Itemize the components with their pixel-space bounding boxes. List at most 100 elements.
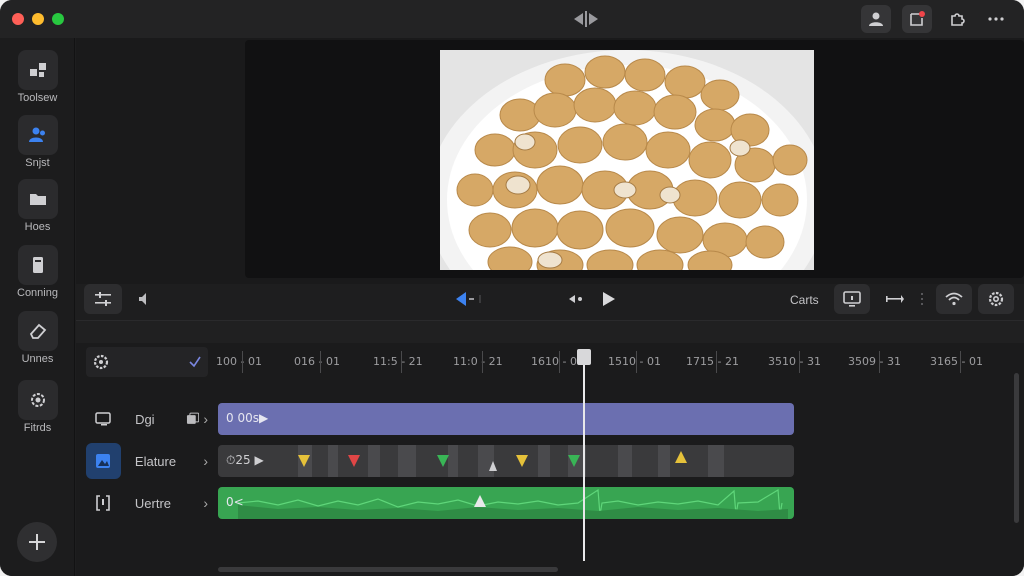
sidebar: Toolsew Snjst Hoes Conning Unnes Fitrds (0, 38, 75, 576)
gear-icon (988, 291, 1004, 307)
more-icon (988, 17, 1004, 21)
timeline-settings-bar (86, 347, 208, 377)
ruler-tick: 11:0 - 21 (453, 355, 503, 368)
ruler-divider (716, 351, 717, 373)
audio-waveform (237, 488, 788, 519)
sidebar-item-label: Unnes (21, 353, 54, 365)
sidebar-item-units[interactable]: Unnes (0, 311, 75, 371)
chevron-right-icon[interactable]: › (203, 495, 208, 511)
monitor-icon (843, 291, 861, 307)
notification-icon (910, 11, 925, 26)
marker-yellow[interactable] (675, 451, 687, 463)
track-header-audio[interactable]: Uertre › (86, 485, 208, 521)
extensions-icon (951, 13, 965, 26)
marker-red[interactable] (348, 455, 360, 467)
sidebar-item-tools[interactable]: Toolsew (0, 50, 75, 110)
sidebar-item-files[interactable]: Hoes (0, 179, 75, 239)
account-button[interactable] (861, 5, 891, 33)
ruler-tick: 3509 - 31 (848, 355, 901, 368)
title-bar (0, 0, 1024, 38)
marker-yellow[interactable] (516, 455, 528, 467)
playhead-line (583, 351, 585, 561)
more-button[interactable] (981, 5, 1011, 33)
sidebar-item-people[interactable]: Snjst (0, 115, 75, 175)
video-clip[interactable]: 0 00s▶ (218, 403, 794, 435)
volume-button[interactable] (128, 284, 160, 314)
ruler-divider (482, 351, 483, 373)
feature-clip[interactable]: ⏱25 ▶ (218, 445, 794, 477)
carts-label[interactable]: Carts (790, 293, 819, 307)
track-label: Elature (134, 453, 177, 469)
clip-timecode: 0< (226, 495, 244, 509)
sidebar-item-filters[interactable]: Fitrds (0, 380, 75, 440)
zoom-window-button[interactable] (52, 13, 64, 25)
ruler-divider (799, 351, 800, 373)
arrows-horizontal-icon (886, 295, 904, 303)
ruler-divider (960, 351, 961, 373)
ruler-tick: 11:5 - 21 (373, 355, 423, 368)
speaker-icon (139, 293, 146, 305)
chevron-right-icon[interactable]: › (203, 453, 208, 469)
eraser-icon (17, 311, 58, 351)
play-icon (603, 292, 615, 306)
split-icon (574, 11, 598, 27)
time-ruler[interactable]: 100 - 01 016 - 01 11:5 - 21 11:0 - 21 16… (216, 347, 1024, 377)
expand-button[interactable] (876, 284, 912, 314)
sidebar-item-label: Hoes (24, 221, 51, 233)
chevron-right-icon[interactable]: › (203, 411, 208, 427)
minimize-window-button[interactable] (32, 13, 44, 25)
marker-yellow[interactable] (298, 455, 310, 467)
play-button[interactable] (594, 284, 622, 314)
broadcast-button[interactable] (936, 284, 972, 314)
audio-clip[interactable]: 0< (218, 487, 794, 519)
marker-green[interactable] (437, 455, 449, 467)
marker-white[interactable] (489, 461, 497, 471)
clip-timecode: ⏱25 ▶ (226, 453, 264, 467)
display-button[interactable] (834, 284, 870, 314)
sidebar-item-label: Snjst (25, 157, 50, 169)
sidebar-item-label: Conning (17, 287, 58, 299)
ruler-divider (320, 351, 321, 373)
monitor-icon (86, 401, 121, 437)
ruler-divider (559, 351, 560, 373)
vertical-scrollbar[interactable] (1014, 373, 1019, 523)
extensions-button[interactable] (942, 5, 972, 33)
plus-icon (29, 534, 45, 550)
toolbar-separator (918, 284, 926, 314)
sidebar-item-label: Toolsew (17, 92, 58, 104)
playhead-handle[interactable] (577, 349, 591, 365)
step-back-button[interactable] (562, 284, 590, 314)
track-header-feature[interactable]: Elature › (86, 443, 208, 479)
track-header-video[interactable]: Dgi › (86, 401, 208, 437)
horizontal-scrollbar[interactable] (218, 567, 558, 572)
ruler-tick: 3165 - 01 (930, 355, 983, 368)
blocks-icon (17, 50, 58, 90)
adjustments-button[interactable] (84, 284, 122, 314)
gear-icon[interactable] (92, 353, 110, 371)
notifications-button[interactable] (902, 5, 932, 33)
wifi-icon (945, 292, 963, 306)
ruler-tick: 100 - 01 (216, 355, 262, 368)
marker-white[interactable] (474, 495, 486, 507)
step-back-icon (569, 295, 582, 303)
close-window-button[interactable] (12, 13, 24, 25)
check-icon[interactable] (188, 355, 202, 369)
track-label: Uertre (134, 495, 172, 511)
clip-timecode: 0 00s▶ (226, 411, 269, 425)
add-button[interactable] (17, 522, 57, 562)
ruler-tick: 1510 - 01 (608, 355, 661, 368)
timeline-panel: 100 - 01 016 - 01 11:5 - 21 11:0 - 21 16… (76, 320, 1024, 576)
marker-green[interactable] (568, 455, 580, 467)
image-icon (86, 443, 121, 479)
bracket-icon (86, 485, 121, 521)
ruler-tick: 3510 - 31 (768, 355, 821, 368)
settings-button[interactable] (978, 284, 1014, 314)
previous-marker-button[interactable] (448, 284, 488, 314)
ruler-divider (242, 351, 243, 373)
sidebar-item-content[interactable]: Conning (0, 245, 75, 305)
settings-icon (17, 380, 58, 420)
sliders-icon (95, 292, 111, 306)
people-icon (17, 115, 58, 155)
duplicate-icon[interactable] (186, 412, 200, 426)
person-icon (869, 12, 883, 26)
